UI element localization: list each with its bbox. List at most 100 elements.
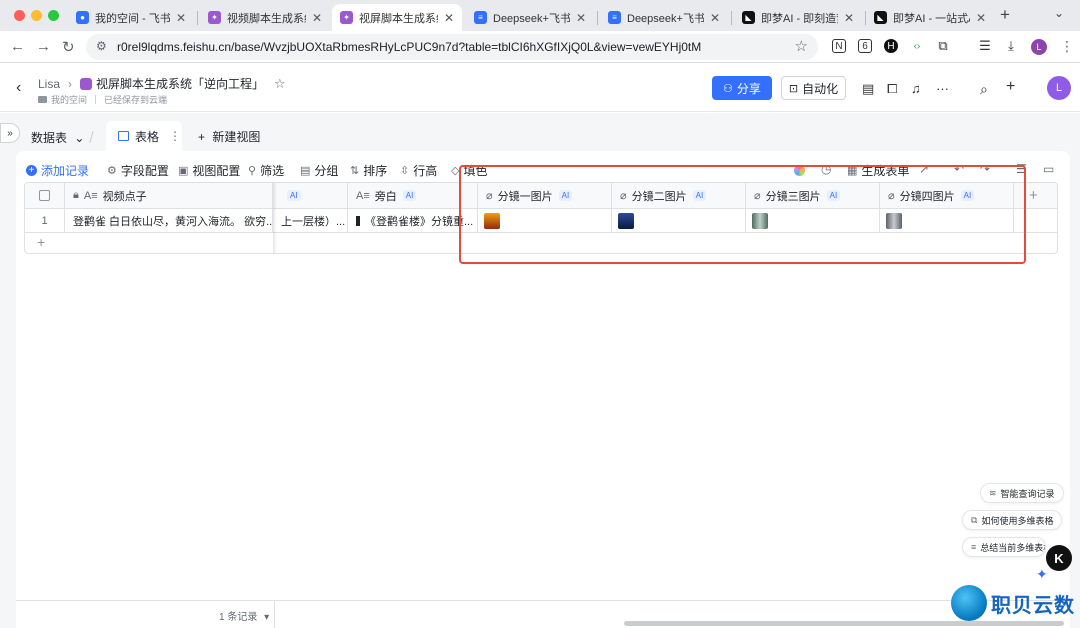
- select-all-checkbox[interactable]: [39, 190, 50, 201]
- browser-tab-5[interactable]: ≡ Deepseek+飞书4 ✕: [600, 4, 728, 31]
- site-settings-icon[interactable]: ⚙: [96, 39, 107, 53]
- browser-toolbar: ← → ↻ ⚙ r0rel9lqdms.feishu.cn/base/Wvzjb…: [0, 31, 1080, 63]
- k-assistant-icon[interactable]: K: [1046, 545, 1072, 571]
- browser-tab-6[interactable]: ◣ 即梦AI - 即刻造梦 ✕: [734, 4, 862, 31]
- notion-extension-icon[interactable]: N: [832, 39, 846, 53]
- watermark-logo: 职贝云数: [951, 585, 1075, 621]
- filter-button[interactable]: ⚲ 筛选: [248, 162, 284, 179]
- close-tab-icon[interactable]: ✕: [576, 11, 586, 25]
- extension-icon[interactable]: H: [884, 39, 898, 53]
- column-label: 视频点子: [102, 190, 147, 203]
- location-label[interactable]: 我的空间: [51, 93, 87, 106]
- browser-tab-3-active[interactable]: ✦ 视屏脚本生成系统「 ✕: [332, 4, 462, 31]
- more-vertical-icon[interactable]: ⋮: [169, 129, 181, 143]
- user-avatar[interactable]: L: [1047, 76, 1071, 100]
- close-tab-icon[interactable]: ✕: [844, 11, 854, 25]
- summary-icon: ≡: [971, 542, 977, 552]
- close-window-icon[interactable]: [14, 10, 25, 21]
- expand-sidebar-icon[interactable]: »: [0, 123, 20, 143]
- column-header-2[interactable]: AI: [273, 183, 348, 208]
- ai-sparkle-icon[interactable]: ✦: [1036, 566, 1048, 583]
- close-tab-icon[interactable]: ✕: [710, 11, 720, 25]
- folder-icon: [38, 96, 47, 103]
- select-all-cell[interactable]: [25, 183, 65, 208]
- text-field-icon: A≡: [83, 189, 98, 202]
- url-text[interactable]: r0rel9lqdms.feishu.cn/base/WvzjbUOXtaRbm…: [117, 40, 701, 54]
- browser-tab-4[interactable]: ≡ Deepseek+飞书4 ✕: [466, 4, 594, 31]
- breadcrumb-owner[interactable]: Lisa: [38, 77, 60, 91]
- new-view-button[interactable]: + 新建视图: [198, 128, 260, 145]
- search-icon[interactable]: ⌕: [980, 81, 988, 98]
- puzzle-extensions-icon[interactable]: ⧉: [936, 38, 950, 53]
- cell-col2[interactable]: 上一层楼）...: [273, 209, 348, 232]
- share-button[interactable]: ⚇ 分享: [712, 76, 772, 100]
- row-height-button[interactable]: ⇳ 行高: [400, 162, 437, 179]
- close-tab-icon[interactable]: ✕: [176, 11, 186, 25]
- add-column-button[interactable]: +: [1029, 187, 1038, 204]
- sort-button[interactable]: ⇅ 排序: [350, 162, 387, 179]
- column-header-idea[interactable]: 🔒︎ A≡ 视频点子: [65, 183, 273, 208]
- group-button[interactable]: ▤ 分组: [300, 162, 338, 179]
- bell-icon[interactable]: ♫: [911, 81, 921, 96]
- browser-tab-7[interactable]: ◣ 即梦AI - 一站式AI创 ✕: [866, 4, 994, 31]
- browser-tab-1[interactable]: ● 我的空间 - 飞书云文 ✕: [68, 4, 194, 31]
- add-row-button[interactable]: +: [37, 234, 45, 250]
- add-record-button[interactable]: + 添加记录: [26, 162, 89, 179]
- reading-list-icon[interactable]: ☰: [978, 38, 992, 53]
- close-tab-icon[interactable]: ✕: [444, 11, 454, 25]
- tab-search-icon[interactable]: ⌄: [1054, 6, 1064, 20]
- smart-query-label: 智能查询记录: [1000, 488, 1055, 499]
- browser-profile-avatar[interactable]: L: [1031, 39, 1047, 55]
- browser-tab-2[interactable]: ✦ 视频脚本生成系统 - ✕: [200, 4, 330, 31]
- plus-icon[interactable]: +: [1006, 78, 1015, 96]
- add-record-label: 添加记录: [41, 164, 90, 178]
- bookmark-star-icon[interactable]: ☆: [795, 37, 808, 55]
- close-tab-icon[interactable]: ✕: [312, 11, 322, 25]
- tab-grid-view[interactable]: 表格 ⋮: [106, 121, 182, 151]
- back-chevron-icon[interactable]: ‹: [16, 79, 21, 97]
- more-horizontal-icon[interactable]: ···: [936, 81, 949, 96]
- record-count-label: 1 条记录: [219, 612, 258, 623]
- doc-title[interactable]: 视屏脚本生成系统「逆向工程」: [96, 75, 264, 92]
- highlight-annotation-box: [459, 165, 1026, 264]
- tab-divider: [597, 11, 598, 25]
- code-extension-icon[interactable]: ‹›: [910, 39, 924, 53]
- browser-menu-icon[interactable]: ⋮: [1060, 38, 1074, 55]
- download-icon[interactable]: ⤓: [1004, 38, 1018, 53]
- forward-arrow-icon[interactable]: →: [36, 38, 51, 55]
- horizontal-scrollbar[interactable]: [624, 621, 1064, 626]
- automation-button[interactable]: ⊡ 自动化: [781, 76, 846, 100]
- doc-info-icon[interactable]: ▤: [862, 81, 874, 97]
- smart-query-button[interactable]: ≋ 智能查询记录: [980, 483, 1064, 503]
- tab-divider: [731, 11, 732, 25]
- extension-icon[interactable]: 6: [858, 39, 872, 53]
- view-config-button[interactable]: ▣ 视图配置: [178, 162, 240, 179]
- group-icon: ▤: [300, 165, 311, 177]
- address-bar[interactable]: ⚙ r0rel9lqdms.feishu.cn/base/WvzjbUOXtaR…: [86, 34, 818, 60]
- plus-icon: +: [198, 130, 206, 144]
- record-count[interactable]: 1 条记录 ▾: [219, 608, 269, 623]
- plugin-icon[interactable]: ⧠: [887, 81, 897, 97]
- tables-label: 数据表: [31, 131, 68, 145]
- ai-badge: AI: [287, 190, 301, 201]
- tables-dropdown[interactable]: 数据表 ⌄: [31, 129, 84, 146]
- reload-icon[interactable]: ↻: [62, 38, 75, 56]
- field-config-button[interactable]: ⚙ 字段配置: [107, 162, 169, 179]
- tab-title: 视频脚本生成系统 -: [227, 12, 306, 25]
- row-index[interactable]: 1: [25, 209, 65, 232]
- close-tab-icon[interactable]: ✕: [976, 11, 986, 25]
- minimize-window-icon[interactable]: [31, 10, 42, 21]
- divider: [89, 131, 94, 143]
- back-arrow-icon[interactable]: ←: [10, 38, 25, 55]
- tab-divider: [197, 11, 198, 25]
- new-tab-button[interactable]: +: [1000, 5, 1010, 25]
- how-to-use-button[interactable]: ⧉ 如何使用多维表格: [962, 510, 1063, 530]
- new-view-label: 新建视图: [212, 130, 261, 144]
- summarize-button[interactable]: ≡ 总结当前多维表格: [962, 537, 1046, 557]
- cell-idea[interactable]: 登鹳雀 白日依山尽，黄河入海流。 欲穷...: [65, 209, 273, 232]
- maximize-window-icon[interactable]: [48, 10, 59, 21]
- caret-down-icon: ▾: [264, 612, 270, 623]
- doc-location: 我的空间 已经保存到云端: [38, 93, 167, 106]
- comment-icon[interactable]: ▭: [1043, 162, 1054, 176]
- favorite-star-icon[interactable]: ☆: [274, 76, 286, 92]
